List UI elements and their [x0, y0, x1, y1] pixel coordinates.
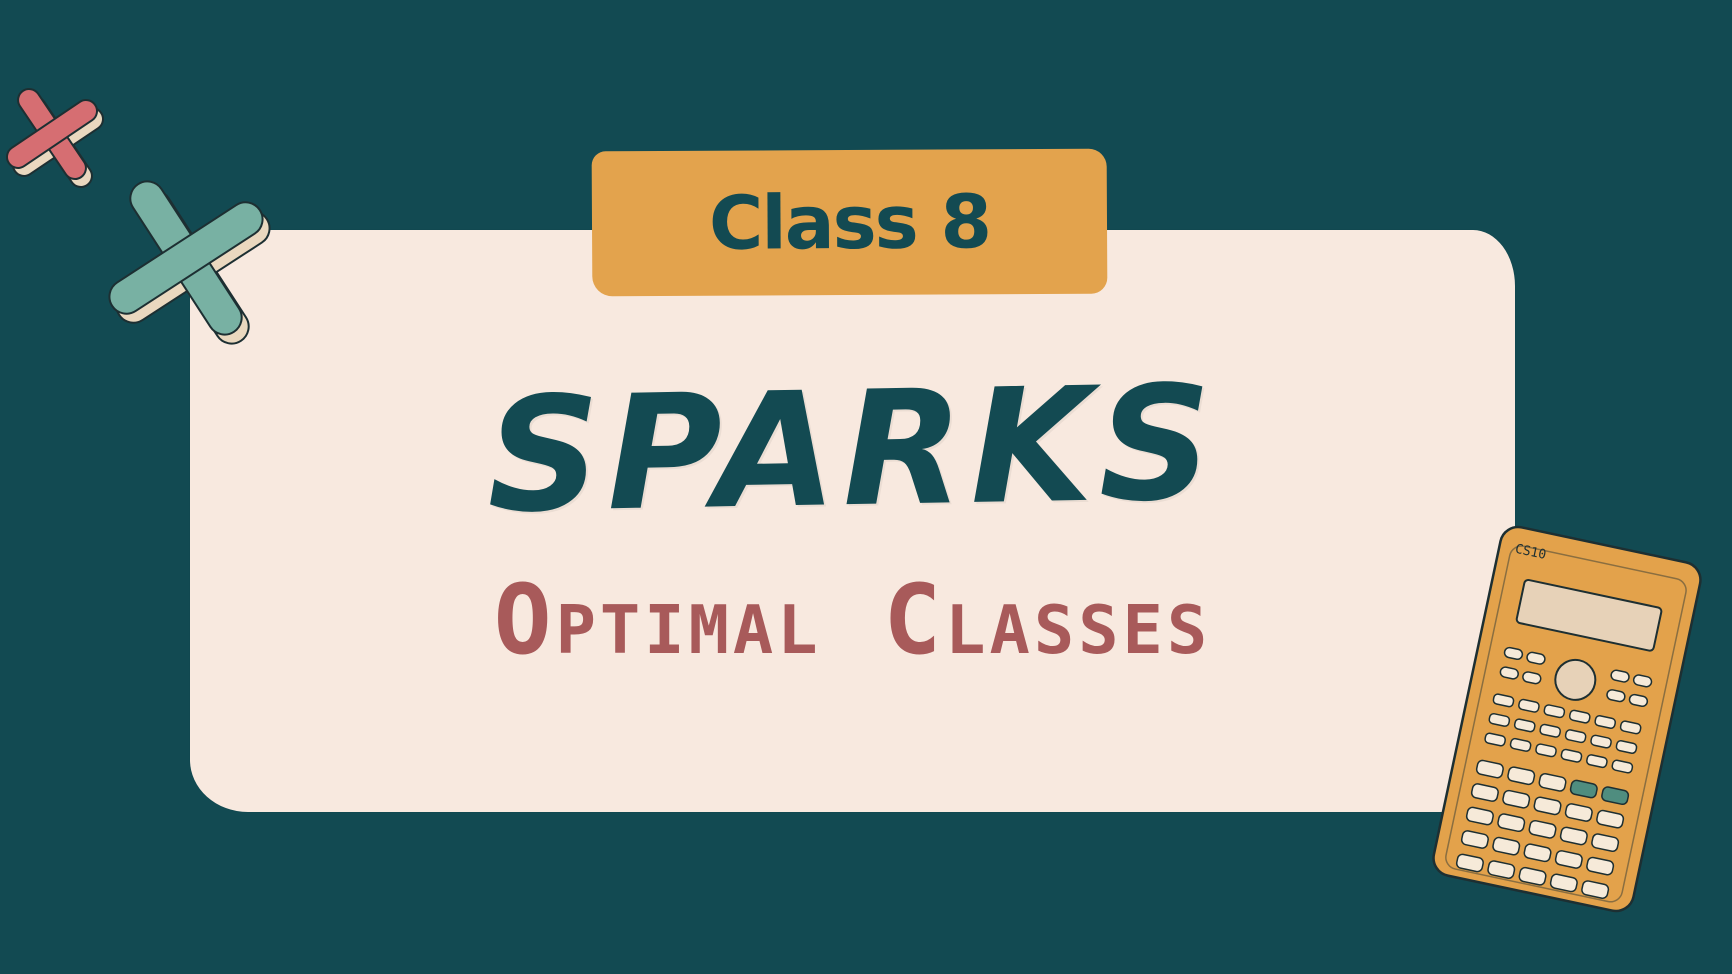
class-badge: Class 8 — [591, 148, 1108, 297]
main-title: SPARKS — [485, 351, 1220, 549]
cross-icon — [6, 88, 98, 180]
slide-canvas: Class 8 SPARKS Optimal Classes CS10 — [0, 0, 1732, 974]
subtitle: Optimal Classes — [493, 564, 1212, 676]
decorative-crosses — [6, 88, 271, 345]
class-label: Class 8 — [708, 178, 991, 267]
calculator-icon: CS10 — [1432, 525, 1702, 913]
